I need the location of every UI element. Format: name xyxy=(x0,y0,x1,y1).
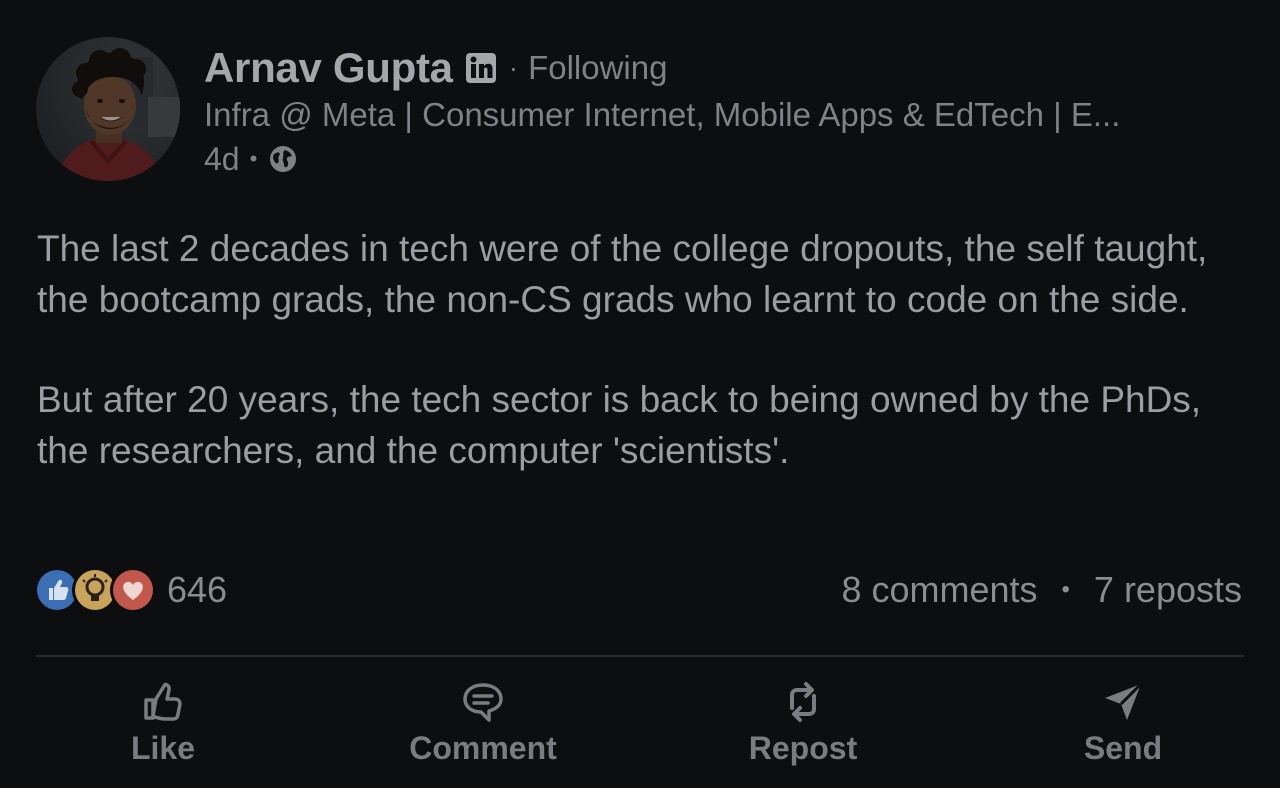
author-headline: Infra @ Meta | Consumer Internet, Mobile… xyxy=(204,96,1121,133)
send-label: Send xyxy=(1083,730,1163,766)
thumbs-up-icon xyxy=(144,682,182,721)
follow-status[interactable]: Following xyxy=(528,49,667,87)
like-reaction-icon xyxy=(37,570,77,610)
post-timestamp: 4d xyxy=(204,140,240,177)
insightful-reaction-icon xyxy=(75,570,115,610)
post-paragraph: The last 2 decades in tech were of the c… xyxy=(37,228,1208,320)
reposts-count[interactable]: 7 reposts xyxy=(1094,569,1242,611)
globe-icon xyxy=(267,143,299,175)
like-label: Like xyxy=(130,730,196,766)
post-paragraph: But after 20 years, the tech sector is b… xyxy=(37,379,1202,471)
send-plane-icon xyxy=(1105,682,1143,720)
comment-bubble-icon xyxy=(463,683,503,722)
reactions-summary[interactable]: 646 xyxy=(37,566,227,614)
post-meta: 4d • xyxy=(204,138,299,180)
send-button[interactable]: Send xyxy=(1003,672,1243,782)
reaction-icons xyxy=(37,568,155,612)
action-bar: Like Comment Repost Send xyxy=(0,672,1280,782)
divider xyxy=(36,655,1244,657)
repost-label: Repost xyxy=(748,730,858,766)
author-avatar[interactable] xyxy=(36,37,180,181)
post-body: The last 2 decades in tech were of the c… xyxy=(37,223,1257,476)
name-separator: · xyxy=(508,52,519,83)
engagement-counts: 8 comments • 7 reposts xyxy=(841,566,1242,614)
meta-separator: • xyxy=(249,146,258,171)
repost-button[interactable]: Repost xyxy=(683,672,923,782)
author-name[interactable]: Arnav Gupta xyxy=(204,44,453,92)
counts-separator: • xyxy=(1061,576,1070,603)
repost-arrows-icon xyxy=(790,682,816,722)
reaction-count: 646 xyxy=(167,569,228,610)
linkedin-icon xyxy=(465,52,497,84)
author-name-row: Arnav Gupta · Following xyxy=(204,42,667,94)
comment-label: Comment xyxy=(409,730,557,766)
comments-count[interactable]: 8 comments xyxy=(841,569,1037,611)
comment-button[interactable]: Comment xyxy=(363,672,603,782)
love-reaction-icon xyxy=(113,570,153,610)
avatar-image xyxy=(36,37,180,181)
feed-post: Arnav Gupta · Following Infra @ Meta | C… xyxy=(0,0,1280,788)
like-button[interactable]: Like xyxy=(43,672,283,782)
